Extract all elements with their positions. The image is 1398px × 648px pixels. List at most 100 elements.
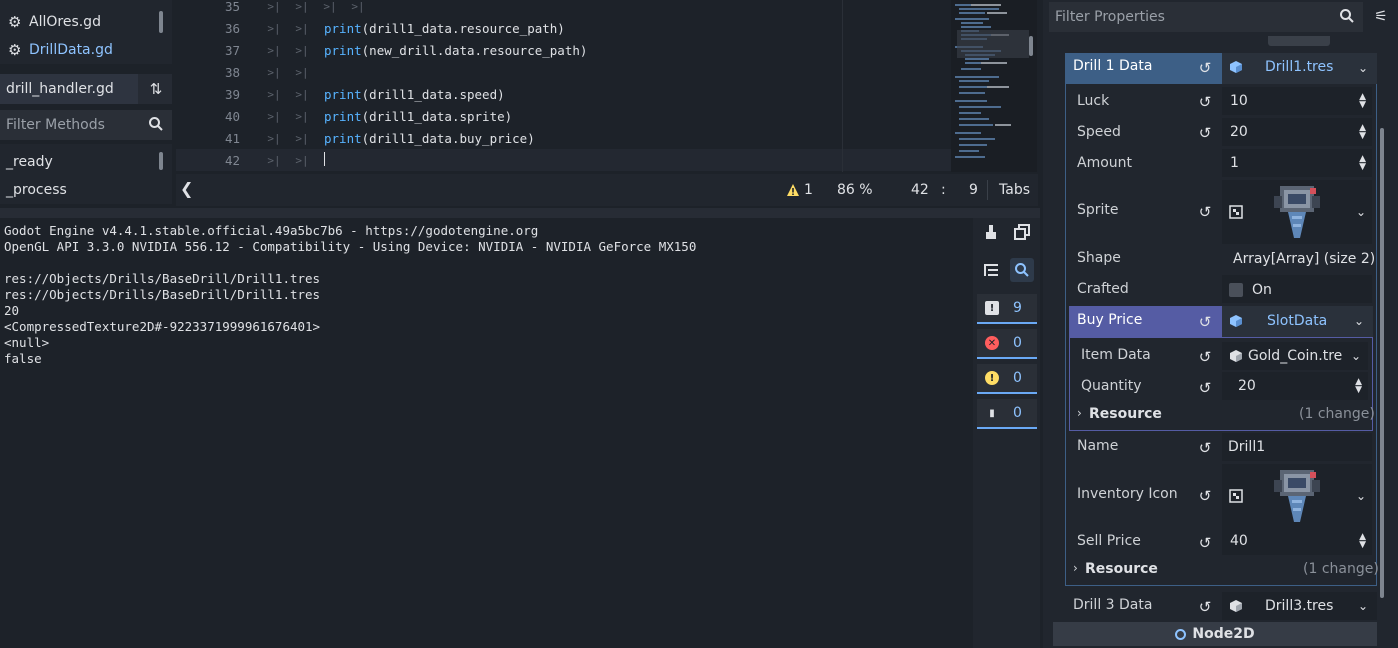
inspector-scrollbar[interactable] — [1380, 128, 1384, 598]
cube-icon — [1230, 61, 1242, 73]
gear-icon: ⚙ — [8, 13, 22, 31]
chevron-down-icon[interactable]: ⌄ — [1356, 489, 1366, 503]
chevron-down-icon[interactable]: ⌄ — [1354, 314, 1364, 328]
item-data-resource-name: Gold_Coin.tre — [1248, 348, 1343, 364]
crafted-checkbox-row[interactable] — [1222, 275, 1372, 303]
filter-methods-input[interactable]: Filter Methods — [0, 110, 172, 140]
filter-messages-button[interactable]: ! 9 — [977, 294, 1037, 324]
speed-spinbox[interactable]: 20 ▲ ▼ — [1222, 118, 1372, 146]
toggle-search-button[interactable] — [1010, 258, 1034, 282]
sprite-label: Sprite — [1077, 202, 1119, 218]
revert-icon[interactable]: ↺ — [1197, 535, 1213, 551]
status-divider — [987, 180, 988, 200]
line-number: 39 — [224, 86, 240, 102]
spin-arrows-icon[interactable]: ▲ ▼ — [1359, 124, 1366, 141]
luck-spinbox[interactable]: 10 ▲ ▼ — [1222, 87, 1372, 115]
drill1-resource-group[interactable]: Resource — [1085, 561, 1158, 577]
warning-icon — [787, 184, 799, 196]
amount-spinbox[interactable]: 1 ▲ ▼ — [1222, 149, 1372, 177]
luck-label: Luck — [1077, 93, 1110, 109]
tab-indicator-icon: >| — [295, 109, 309, 123]
filter-warnings-button[interactable]: ! 0 — [977, 364, 1037, 394]
minimap-preview — [955, 4, 1033, 158]
zoom-level[interactable]: 86 % — [837, 182, 873, 198]
broom-icon — [986, 225, 996, 239]
revert-icon[interactable]: ↺ — [1197, 94, 1213, 110]
editor-messages-count: 0 — [1013, 405, 1022, 421]
sell-price-spinbox[interactable]: 40 ▲ ▼ — [1222, 527, 1372, 555]
spin-arrows-icon[interactable]: ▲ ▼ — [1359, 93, 1366, 110]
method-item-ready[interactable]: _ready — [6, 154, 53, 170]
chevron-right-icon[interactable]: › — [1077, 406, 1082, 420]
revert-icon[interactable]: ↺ — [1197, 314, 1213, 330]
sort-methods-button[interactable]: ⇅ — [144, 78, 168, 100]
tab-indicator-icon: >| — [267, 65, 281, 79]
output-log[interactable]: Godot Engine v4.4.1.stable.official.49a5… — [0, 218, 972, 648]
chevron-down-icon[interactable]: ⌄ — [1351, 349, 1361, 363]
node2d-category[interactable]: Node2D — [1053, 622, 1377, 646]
tab-indicator-icon: >| — [267, 0, 281, 13]
script-item-drilldata[interactable]: ⚙ DrillData.gd — [0, 36, 156, 64]
revert-icon[interactable]: ↺ — [1197, 440, 1213, 456]
panel-splitter[interactable] — [0, 208, 1040, 218]
sort-icon: ⇅ — [149, 80, 163, 98]
cube-icon — [1230, 315, 1242, 327]
tab-indicator-icon: >| — [295, 153, 309, 167]
filter-properties-input[interactable]: Filter Properties — [1049, 2, 1363, 32]
chevron-down-icon[interactable]: ⌄ — [1358, 61, 1368, 75]
collapse-duplicates-button[interactable] — [979, 258, 1003, 282]
method-item-process[interactable]: _process — [6, 182, 67, 198]
script-item-label: AllOres.gd — [29, 14, 101, 30]
code-minimap[interactable] — [951, 0, 1037, 172]
warning-icon: ! — [985, 371, 999, 385]
revert-icon[interactable]: ↺ — [1197, 60, 1213, 76]
indentation-mode[interactable]: Tabs — [999, 182, 1030, 198]
search-icon — [1340, 9, 1354, 23]
filter-editor-button[interactable]: ▮ 0 — [977, 399, 1037, 429]
filter-errors-button[interactable]: ✕ 0 — [977, 329, 1037, 359]
crafted-checkbox[interactable] — [1229, 283, 1243, 297]
shape-array-button[interactable]: Array[Array] (size 2) — [1233, 251, 1375, 267]
quantity-spinbox[interactable]: 20 ▲ ▼ — [1222, 372, 1368, 400]
code-function: print — [324, 42, 362, 58]
script-list-scrollbar[interactable] — [159, 11, 163, 33]
node2d-label: Node2D — [1192, 626, 1255, 642]
line-number: 40 — [224, 108, 240, 124]
spin-arrows-icon[interactable]: ▲ ▼ — [1359, 533, 1366, 550]
code-args: (drill1_data.buy_price) — [361, 130, 535, 146]
name-input[interactable]: Drill1 — [1222, 433, 1372, 461]
buy-price-resource-group[interactable]: Resource — [1089, 406, 1162, 422]
warnings-indicator[interactable]: 1 — [786, 182, 813, 198]
toggle-scripts-panel-button[interactable]: ❮ — [180, 179, 193, 198]
spin-arrows-icon[interactable]: ▲ ▼ — [1355, 378, 1362, 395]
node2d-icon — [1175, 628, 1187, 640]
line-number: 36 — [224, 20, 240, 36]
chevron-down-icon[interactable]: ⌄ — [1356, 205, 1366, 219]
inspector-options-button[interactable]: ⚟ — [1369, 4, 1393, 28]
line-length-guide — [842, 0, 843, 172]
code-line: 39 >| >| print(drill1_data.speed) — [176, 83, 951, 105]
revert-icon[interactable]: ↺ — [1197, 349, 1213, 365]
spin-arrows-icon[interactable]: ▲ ▼ — [1359, 155, 1366, 172]
drill3-resource-name: Drill3.tres — [1265, 598, 1334, 614]
revert-icon[interactable]: ↺ — [1197, 125, 1213, 141]
code-function: print — [324, 108, 362, 124]
messages-count: 9 — [1013, 300, 1022, 316]
output-line: 20 — [4, 303, 20, 318]
item-data-label: Item Data — [1081, 347, 1151, 363]
chevron-right-icon[interactable]: › — [1073, 561, 1078, 575]
code-line: 40 >| >| print(drill1_data.sprite) — [176, 105, 951, 127]
filter-methods-placeholder: Filter Methods — [6, 117, 105, 133]
tab-indicator-icon: >| — [267, 43, 281, 57]
revert-icon[interactable]: ↺ — [1197, 380, 1213, 396]
method-list-scrollbar[interactable] — [159, 152, 163, 170]
script-item-allores[interactable]: ⚙ AllOres.gd — [0, 8, 156, 36]
chevron-down-icon[interactable]: ⌄ — [1358, 599, 1368, 613]
revert-icon[interactable]: ↺ — [1197, 599, 1213, 615]
code-editor[interactable]: 35 >| >| >| >| 36 >| >| print(drill1_dat… — [176, 0, 1038, 172]
revert-icon[interactable]: ↺ — [1197, 204, 1213, 220]
revert-icon[interactable]: ↺ — [1197, 488, 1213, 504]
clear-output-button[interactable] — [979, 220, 1003, 244]
copy-output-button[interactable] — [1010, 220, 1034, 244]
text-caret — [324, 152, 325, 166]
